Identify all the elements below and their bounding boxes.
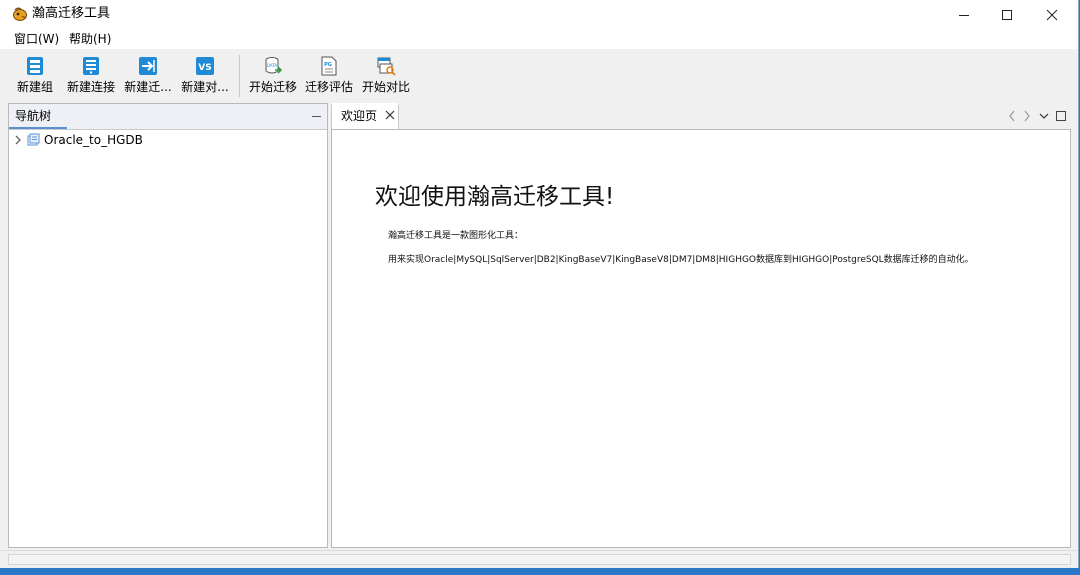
migration-assessment-button[interactable]: PG 迁移评估 <box>301 54 357 98</box>
maximize-panel-icon[interactable] <box>1055 110 1067 122</box>
menu-bar: 窗口(W) 帮助(H) <box>0 29 1078 49</box>
new-group-button[interactable]: 新建组 <box>7 54 63 98</box>
tab-close-icon[interactable] <box>384 109 396 121</box>
editor-tab-bar: 欢迎页 <box>331 103 1071 129</box>
maximize-icon <box>1002 9 1012 20</box>
tree-item-oracle-to-hgdb[interactable]: Oracle_to_HGDB <box>9 131 327 149</box>
menu-help[interactable]: 帮助(H) <box>69 31 111 47</box>
migration-assessment-label: 迁移评估 <box>304 80 353 94</box>
tab-welcome[interactable]: 欢迎页 <box>331 103 399 129</box>
title-bar: 瀚高迁移工具 <box>0 0 1078 29</box>
navigator-panel: 导航树 Oracle_to_HGDB <box>8 103 328 548</box>
navigator-header: 导航树 <box>9 104 327 130</box>
close-button[interactable] <box>1029 0 1075 29</box>
chevron-right-icon[interactable] <box>13 134 23 146</box>
chevron-down-icon[interactable] <box>1038 110 1050 122</box>
group-folder-icon <box>27 133 40 146</box>
new-compare-icon: VS <box>196 57 214 75</box>
start-compare-label: 开始对比 <box>361 80 410 94</box>
chevron-right-icon[interactable] <box>1022 110 1032 122</box>
welcome-page: 欢迎使用瀚高迁移工具! 瀚高迁移工具是一款图形化工具： 用来实现Oracle|M… <box>331 129 1071 548</box>
start-migration-button[interactable]: DATA 开始迁移 <box>245 54 301 98</box>
minimize-icon <box>959 14 969 16</box>
svg-text:DATA: DATA <box>267 63 278 68</box>
svg-text:VS: VS <box>198 63 211 73</box>
maximize-button[interactable] <box>984 0 1030 29</box>
app-window: 瀚高迁移工具 窗口(W) 帮助(H) 新建组 新建连接 新建迁... VS 新建… <box>0 0 1079 568</box>
app-logo-icon <box>13 7 27 21</box>
menu-window[interactable]: 窗口(W) <box>14 31 59 47</box>
toolbar-separator <box>239 55 240 97</box>
tab-navigator[interactable]: 导航树 <box>9 104 67 129</box>
close-icon <box>1046 9 1058 20</box>
new-migration-button[interactable]: 新建迁... <box>120 54 176 98</box>
panel-minimize-icon[interactable] <box>312 116 321 117</box>
status-bar <box>0 550 1078 568</box>
new-compare-label: 新建对... <box>181 80 229 94</box>
new-connection-label: 新建连接 <box>66 80 115 94</box>
new-connection-button[interactable]: 新建连接 <box>63 54 119 98</box>
tree-item-label: Oracle_to_HGDB <box>44 133 143 147</box>
welcome-description-2: 用来实现Oracle|MySQL|SqlServer|DB2|KingBaseV… <box>388 255 974 265</box>
start-migration-icon: DATA <box>265 57 283 74</box>
new-migration-label: 新建迁... <box>124 80 172 94</box>
new-compare-button[interactable]: VS 新建对... <box>177 54 233 98</box>
chevron-left-icon[interactable] <box>1007 110 1017 122</box>
migration-assessment-icon: PG <box>321 56 337 76</box>
new-group-label: 新建组 <box>16 80 53 94</box>
new-group-icon <box>27 57 43 75</box>
start-compare-icon <box>377 57 396 76</box>
new-connection-icon <box>83 57 99 75</box>
tab-welcome-label: 欢迎页 <box>341 109 378 123</box>
toolbar: 新建组 新建连接 新建迁... VS 新建对... DATA 开始迁移 PG 迁… <box>0 49 1078 101</box>
new-migration-icon <box>139 57 157 75</box>
welcome-description-1: 瀚高迁移工具是一款图形化工具： <box>388 231 524 241</box>
start-migration-label: 开始迁移 <box>248 80 297 94</box>
welcome-heading: 欢迎使用瀚高迁移工具! <box>375 184 615 210</box>
status-area <box>8 554 1071 565</box>
svg-text:PG: PG <box>324 62 332 68</box>
minimize-button[interactable] <box>941 0 987 29</box>
start-compare-button[interactable]: 开始对比 <box>358 54 414 98</box>
window-title: 瀚高迁移工具 <box>32 6 111 21</box>
